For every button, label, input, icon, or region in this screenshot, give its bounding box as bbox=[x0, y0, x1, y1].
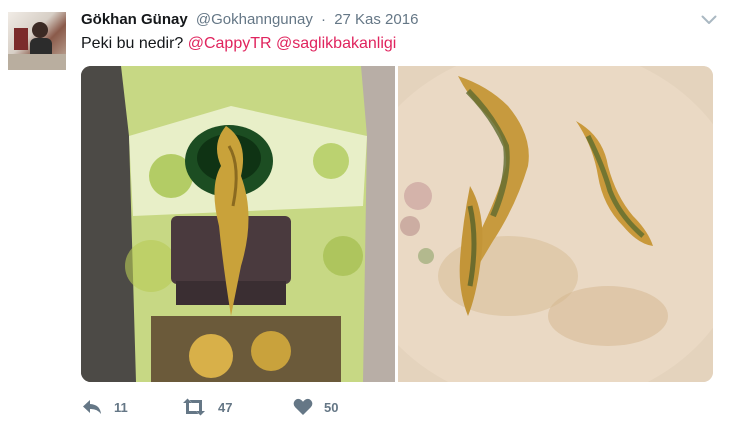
juice-carton-image bbox=[81, 66, 395, 382]
retweet-button[interactable]: 47 bbox=[181, 398, 293, 416]
more-options-button[interactable] bbox=[700, 11, 718, 29]
mention-link[interactable]: @CappyTR bbox=[188, 35, 272, 52]
retweet-count: 47 bbox=[218, 399, 233, 415]
photo-juice-carton[interactable] bbox=[81, 66, 395, 382]
separator-dot: · bbox=[321, 11, 327, 28]
reply-icon bbox=[83, 400, 101, 414]
tweet-date[interactable]: 27 Kas 2016 bbox=[334, 11, 418, 28]
mention-link[interactable]: @saglikbakanligi bbox=[276, 35, 396, 52]
author-name[interactable]: Gökhan Günay bbox=[81, 11, 188, 28]
avatar[interactable] bbox=[8, 12, 66, 70]
media-grid bbox=[81, 66, 713, 382]
tweet-text-body: Peki bu nedir? bbox=[81, 35, 188, 52]
author-handle[interactable]: @Gokhanngunay bbox=[196, 11, 313, 28]
tweet-actions: 11 47 50 bbox=[81, 398, 338, 416]
photo-plate[interactable] bbox=[398, 66, 713, 382]
reply-count: 11 bbox=[114, 399, 128, 415]
reply-button[interactable]: 11 bbox=[81, 398, 181, 416]
tweet-header: Gökhan Günay @Gokhanngunay · 27 Kas 2016 bbox=[81, 11, 418, 28]
like-count: 50 bbox=[324, 399, 339, 415]
heart-icon bbox=[293, 398, 313, 415]
like-button[interactable]: 50 bbox=[293, 398, 338, 416]
chevron-down-icon bbox=[701, 15, 717, 24]
tweet-text: Peki bu nedir? @CappyTR @saglikbakanligi bbox=[81, 35, 396, 53]
plate-image bbox=[398, 66, 713, 382]
retweet-icon bbox=[183, 398, 205, 416]
